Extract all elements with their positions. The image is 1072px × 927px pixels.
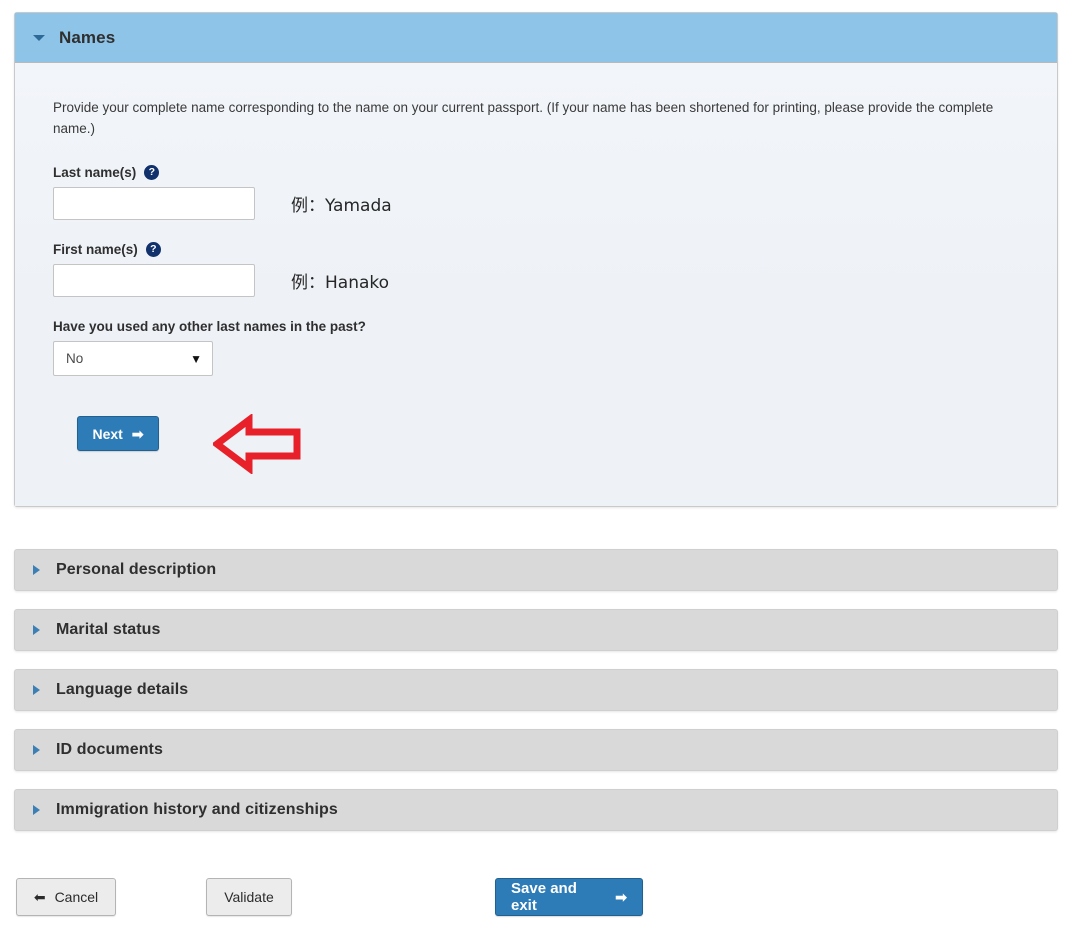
cancel-button-label: Cancel — [54, 889, 99, 905]
accordion-section-immigration-history[interactable]: Immigration history and citizenships — [14, 789, 1058, 831]
last-name-label-row: Last name(s) ? — [53, 165, 1019, 180]
chevron-right-icon[interactable] — [33, 565, 40, 575]
chevron-right-icon[interactable] — [33, 805, 40, 815]
next-button-label: Next — [92, 425, 123, 442]
accordion-section-marital-status[interactable]: Marital status — [14, 609, 1058, 651]
chevron-right-icon[interactable] — [33, 685, 40, 695]
chevron-down-icon[interactable] — [33, 34, 45, 41]
validate-button[interactable]: Validate — [206, 878, 292, 916]
first-name-row: 例：Hanako — [53, 264, 1019, 297]
other-last-names-select-wrap: No ▼ — [53, 341, 213, 376]
next-button-area: Next ➡ — [53, 414, 1019, 474]
arrow-right-icon: ➡ — [615, 889, 627, 905]
accordion-title-immigration-history: Immigration history and citizenships — [56, 801, 338, 818]
first-name-example: 例：Hanako — [291, 273, 390, 293]
cancel-button[interactable]: ⬅ Cancel — [16, 878, 116, 916]
names-intro-text: Provide your complete name corresponding… — [53, 100, 994, 136]
other-last-names-select[interactable]: No — [53, 341, 213, 376]
annotation-arrow-left-icon — [213, 414, 301, 474]
last-name-row: 例：Yamada — [53, 187, 1019, 220]
help-icon-first-name[interactable]: ? — [145, 242, 161, 257]
first-name-input[interactable] — [53, 264, 255, 297]
accordion-section-language-details[interactable]: Language details — [14, 669, 1058, 711]
arrow-right-icon: ➡ — [131, 425, 144, 442]
chevron-right-icon[interactable] — [33, 625, 40, 635]
validate-button-label: Validate — [224, 889, 274, 905]
other-last-names-label: Have you used any other last names in th… — [53, 319, 366, 334]
accordion-title-language-details: Language details — [56, 681, 189, 698]
arrow-left-icon: ⬅ — [33, 888, 46, 905]
accordion-title-id-documents: ID documents — [56, 741, 163, 758]
footer-button-bar: ⬅ Cancel Validate Save and exit ➡ — [0, 872, 1072, 927]
next-button[interactable]: Next ➡ — [77, 416, 159, 451]
accordion-section-names: Names Provide your complete name corresp… — [14, 12, 1058, 507]
save-and-exit-button-label: Save and exit — [511, 880, 577, 914]
chevron-right-icon[interactable] — [33, 745, 40, 755]
accordion-header-names[interactable]: Names — [15, 13, 1057, 63]
first-name-label-row: First name(s) ? — [53, 242, 1019, 257]
last-name-example: 例：Yamada — [291, 196, 392, 216]
help-icon-last-name[interactable]: ? — [144, 165, 160, 180]
save-and-exit-button[interactable]: Save and exit ➡ — [495, 878, 643, 916]
names-form-body: Provide your complete name corresponding… — [15, 63, 1057, 506]
accordion-title-personal-description: Personal description — [56, 561, 217, 578]
accordion-title-names: Names — [59, 27, 116, 47]
last-name-label: Last name(s) — [53, 165, 137, 180]
first-name-label: First name(s) — [53, 242, 138, 257]
accordion-section-personal-description[interactable]: Personal description — [14, 549, 1058, 591]
accordion-title-marital-status: Marital status — [56, 621, 161, 638]
last-name-input[interactable] — [53, 187, 255, 220]
accordion-section-id-documents[interactable]: ID documents — [14, 729, 1058, 771]
